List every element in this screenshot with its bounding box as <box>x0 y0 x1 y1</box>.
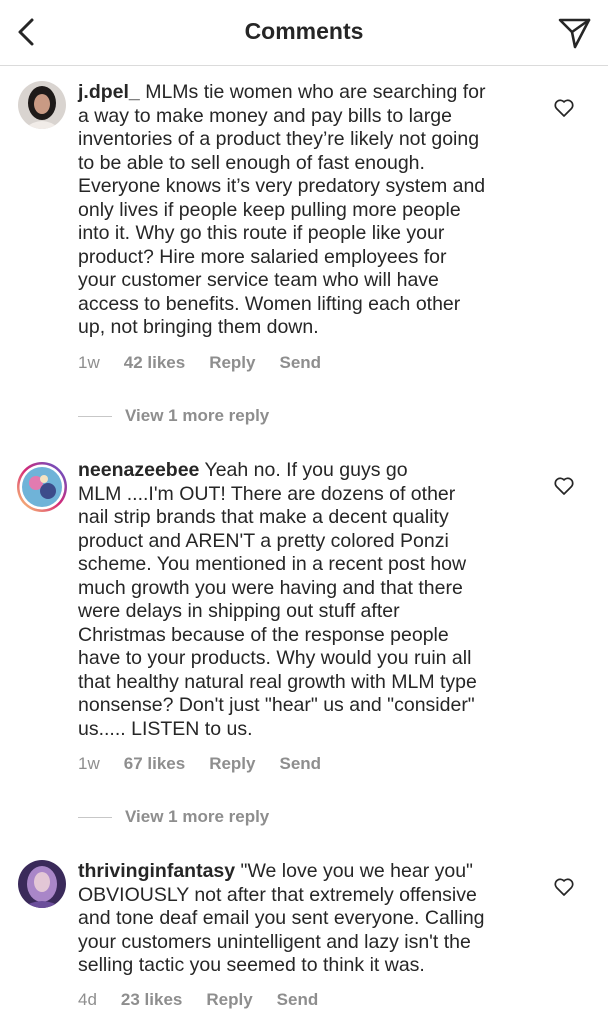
comments-header: Comments <box>0 0 608 66</box>
avatar[interactable] <box>16 461 68 513</box>
comment-body: MLMs tie women who are searching for a w… <box>78 81 486 338</box>
divider-line <box>78 816 112 818</box>
comment-text: j.dpel_ MLMs tie women who are searching… <box>78 81 538 340</box>
divider-line <box>78 415 112 417</box>
comment-meta: 1w 67 likes Reply Send <box>78 754 321 774</box>
likes-count[interactable]: 42 likes <box>124 353 185 373</box>
heart-icon <box>554 99 574 117</box>
avatar[interactable] <box>18 81 66 129</box>
page-title: Comments <box>244 18 364 44</box>
paper-plane-icon <box>558 18 591 49</box>
direct-send-button[interactable] <box>554 12 594 52</box>
reply-button[interactable]: Reply <box>209 353 255 373</box>
comment-username[interactable]: thrivinginfantasy <box>78 860 235 882</box>
like-button[interactable] <box>553 475 575 497</box>
comment-time: 1w <box>78 754 100 773</box>
heart-icon <box>554 477 574 495</box>
comment-username[interactable]: neenazeebee <box>78 459 199 481</box>
like-button[interactable] <box>553 876 575 898</box>
likes-count[interactable]: 67 likes <box>124 754 185 774</box>
reply-button[interactable]: Reply <box>209 754 255 774</box>
avatar[interactable] <box>18 860 66 908</box>
send-button[interactable]: Send <box>279 754 321 774</box>
comment-username[interactable]: j.dpel_ <box>78 81 140 103</box>
view-more-replies[interactable]: View 1 more reply <box>78 807 269 827</box>
comment-meta: 1w 42 likes Reply Send <box>78 353 321 373</box>
comment-time: 4d <box>78 990 97 1009</box>
like-button[interactable] <box>553 97 575 119</box>
view-more-label: View 1 more reply <box>125 406 270 425</box>
comment-meta: 4d 23 likes Reply Send <box>78 990 318 1010</box>
send-button[interactable]: Send <box>277 990 319 1010</box>
view-more-replies[interactable]: View 1 more reply <box>78 406 269 426</box>
comment-text: neenazeebee Yeah no. If you guys go MLM … <box>78 459 538 741</box>
comment-body: Yeah no. If you guys go MLM ....I'm OUT!… <box>78 459 477 740</box>
reply-button[interactable]: Reply <box>206 990 252 1010</box>
send-button[interactable]: Send <box>279 353 321 373</box>
comment-time: 1w <box>78 353 100 372</box>
heart-icon <box>554 878 574 896</box>
comment-text: thrivinginfantasy "We love you we hear y… <box>78 860 538 978</box>
likes-count[interactable]: 23 likes <box>121 990 182 1010</box>
view-more-label: View 1 more reply <box>125 807 270 826</box>
